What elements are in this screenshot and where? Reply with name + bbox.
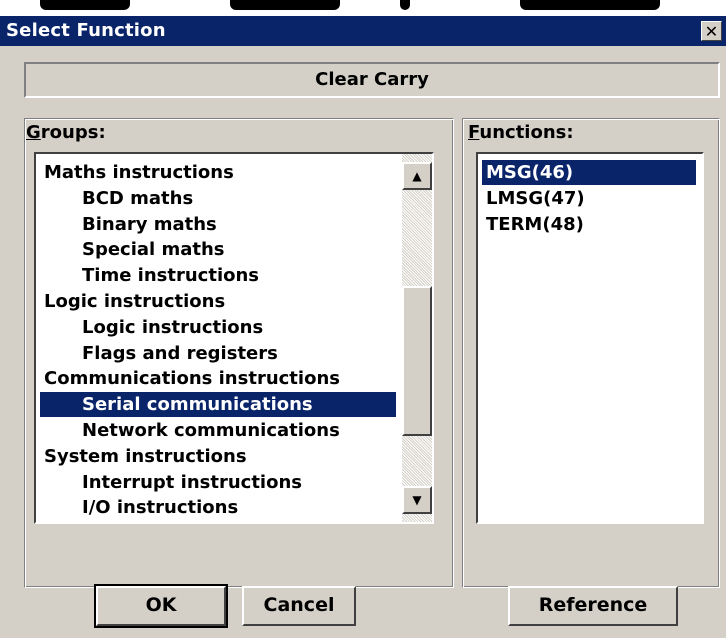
scrollbar-thumb[interactable] [402, 286, 432, 436]
group-list-item[interactable]: I/O instructions [40, 495, 396, 520]
group-list-item[interactable]: System instructions [40, 444, 396, 469]
window-title: Select Function [6, 20, 166, 41]
group-list-item[interactable]: Communications instructions [40, 366, 396, 391]
background-window-strip [0, 0, 726, 16]
groups-scrollbar[interactable]: ▲ ▼ [402, 154, 432, 522]
close-button[interactable]: ✕ [701, 21, 722, 41]
functions-listbox[interactable]: MSG(46) LMSG(47) TERM(48) [476, 152, 704, 524]
arrow-down-icon: ▼ [412, 493, 422, 507]
group-list-item[interactable]: Interrupt instructions [40, 470, 396, 495]
group-list-item[interactable]: Special maths [40, 237, 396, 262]
scroll-up-button[interactable]: ▲ [402, 162, 432, 190]
group-list-item[interactable]: Serial communications [40, 392, 396, 418]
title-bar[interactable]: Select Function ✕ [0, 16, 726, 46]
group-list-item[interactable]: Binary maths [40, 212, 396, 237]
function-list-item[interactable]: TERM(48) [482, 212, 696, 237]
function-list-item[interactable]: MSG(46) [482, 160, 696, 185]
function-list-item[interactable]: LMSG(47) [482, 186, 696, 211]
group-list-item[interactable]: Maths instructions [40, 160, 396, 185]
group-list-item[interactable]: Logic instructions [40, 289, 396, 314]
ok-button[interactable]: OK [94, 584, 228, 628]
arrow-up-icon: ▲ [412, 169, 422, 183]
groups-listbox[interactable]: Maths instructions BCD maths Binary maths S… [34, 152, 434, 524]
reference-button[interactable]: Reference [508, 586, 678, 626]
group-list-item[interactable]: Logic instructions [40, 315, 396, 340]
group-list-item[interactable]: Flags and registers [40, 341, 396, 366]
close-icon: ✕ [704, 22, 719, 41]
scroll-down-button[interactable]: ▼ [402, 486, 432, 514]
group-list-item[interactable]: Network communications [40, 418, 396, 443]
functions-label: Functions: [468, 122, 574, 143]
cancel-button[interactable]: Cancel [242, 586, 356, 626]
group-list-item[interactable]: Time instructions [40, 263, 396, 288]
groups-label: Groups: [26, 122, 106, 143]
group-list-item[interactable]: BCD maths [40, 186, 396, 211]
function-description: Clear Carry [24, 62, 720, 98]
